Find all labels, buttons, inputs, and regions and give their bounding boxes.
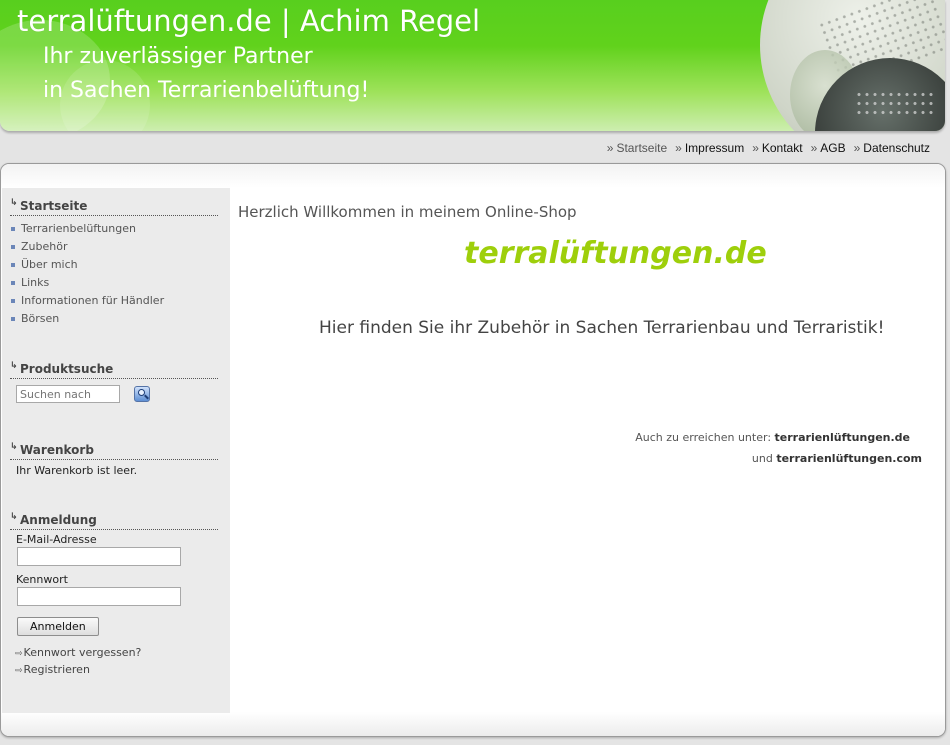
raquo-icon: »	[606, 141, 614, 155]
register-link[interactable]: ⇨ Registrieren	[10, 661, 218, 678]
cart-box-title: ↳ Warenkorb	[10, 442, 218, 460]
nav-label: Impressum	[684, 141, 745, 155]
frame-bottom-band	[1, 712, 945, 736]
home-box-title: ↳ Startseite	[10, 198, 218, 216]
forgot-password-link[interactable]: ⇨ Kennwort vergessen?	[10, 644, 218, 661]
sidebar-item-haendler[interactable]: Informationen für Händler	[10, 292, 218, 310]
search-box: ↳ Produktsuche	[10, 361, 218, 403]
login-box: ↳ Anmeldung E-Mail-Adresse Kennwort Anme…	[10, 512, 218, 678]
search-icon-handle	[144, 394, 149, 400]
cart-box: ↳ Warenkorb Ihr Warenkorb ist leer.	[10, 442, 218, 477]
login-box-title-text: Anmeldung	[20, 513, 97, 527]
raquo-icon: »	[752, 141, 759, 155]
arrow-icon: ↳	[10, 361, 18, 371]
password-label: Kennwort	[16, 573, 68, 586]
sidebar-item-label: Informationen für Händler	[21, 294, 165, 307]
category-list: Terrarienbelüftungen Zubehör Über mich L…	[10, 220, 218, 328]
top-navigation: » Startseite » Impressum » Kontakt » AGB » Da…	[607, 141, 930, 155]
site-subtitle-line2: in Sachen Terrarienbelüftung!	[43, 78, 370, 103]
bullet-icon	[11, 299, 15, 303]
sidebar: ↳ Startseite Terrarienbelüftungen Zubehö…	[2, 188, 230, 713]
sidebar-item-links[interactable]: Links	[10, 274, 218, 292]
nav-item-startseite[interactable]: » Startseite	[607, 141, 667, 155]
register-label: Registrieren	[23, 663, 90, 676]
sidebar-item-label: Terrarienbelüftungen	[21, 222, 136, 235]
login-box-title: ↳ Anmeldung	[10, 512, 218, 530]
search-row	[10, 385, 218, 403]
sidebar-item-label: Börsen	[21, 312, 60, 325]
search-box-title-text: Produktsuche	[20, 362, 114, 376]
nav-label: Datenschutz	[863, 141, 930, 155]
nav-label: Startseite	[616, 141, 668, 155]
bullet-icon	[11, 245, 15, 249]
brand-logo-text: terralüftungen.de	[464, 236, 767, 271]
bullet-icon	[11, 227, 15, 231]
forgot-password-label: Kennwort vergessen?	[23, 646, 142, 659]
sidebar-item-terrarienbelueftungen[interactable]: Terrarienbelüftungen	[10, 220, 218, 238]
nav-item-datenschutz[interactable]: » Datenschutz	[854, 141, 930, 155]
email-field[interactable]	[17, 547, 181, 566]
sidebar-item-ueber-mich[interactable]: Über mich	[10, 256, 218, 274]
cart-box-title-text: Warenkorb	[20, 443, 94, 457]
login-button[interactable]: Anmelden	[17, 617, 99, 636]
page-title: Herzlich Willkommen in meinem Online-Sho…	[238, 203, 577, 221]
search-button[interactable]	[134, 386, 150, 402]
raquo-icon: »	[810, 141, 818, 155]
alt-domain-line2: und terrarienlüftungen.com	[752, 452, 922, 465]
sidebar-item-boersen[interactable]: Börsen	[10, 310, 218, 328]
sidebar-item-label: Zubehör	[21, 240, 68, 253]
tagline: Hier finden Sie ihr Zubehör in Sachen Te…	[319, 318, 885, 338]
nav-label: Kontakt	[761, 141, 803, 155]
nav-label: AGB	[820, 141, 846, 155]
sidebar-item-zubehoer[interactable]: Zubehör	[10, 238, 218, 256]
frame-top-band	[1, 164, 945, 188]
nav-item-kontakt[interactable]: » Kontakt	[752, 141, 802, 155]
raquo-icon: »	[675, 141, 682, 155]
bullet-icon	[11, 317, 15, 321]
alt-domain-line1: Auch zu erreichen unter: terrarienlüftun…	[635, 431, 910, 444]
sidebar-item-label: Links	[21, 276, 50, 289]
alt-domain-and: und	[751, 452, 773, 465]
login-extra-links: ⇨ Kennwort vergessen? ⇨ Registrieren	[10, 644, 218, 678]
password-field[interactable]	[17, 587, 181, 606]
alt-domain-prefix: Auch zu erreichen unter:	[635, 431, 772, 444]
arrow-icon: ↳	[10, 198, 18, 208]
login-button-row: Anmelden	[10, 615, 218, 636]
ventilation-holes-pattern	[855, 90, 935, 120]
double-arrow-icon: ⇨	[15, 649, 22, 659]
search-box-title: ↳ Produktsuche	[10, 361, 218, 379]
cart-status-text: Ihr Warenkorb ist leer.	[16, 464, 138, 477]
arrow-icon: ↳	[10, 512, 18, 522]
alt-domain-link-de[interactable]: terrarienlüftungen.de	[775, 431, 910, 444]
bullet-icon	[11, 263, 15, 267]
nav-item-agb[interactable]: » AGB	[811, 141, 846, 155]
nav-item-impressum[interactable]: » Impressum	[675, 141, 744, 155]
sidebar-item-label: Über mich	[21, 258, 78, 271]
email-label: E-Mail-Adresse	[16, 533, 97, 546]
alt-domain-link-com[interactable]: terrarienlüftungen.com	[776, 452, 922, 465]
home-box: ↳ Startseite Terrarienbelüftungen Zubehö…	[10, 198, 218, 328]
site-title: terralüftungen.de | Achim Regel	[17, 4, 481, 38]
site-header: terralüftungen.de | Achim Regel Ihr zuve…	[0, 0, 945, 131]
double-arrow-icon: ⇨	[15, 666, 22, 676]
home-box-title-text: Startseite	[20, 199, 88, 213]
arrow-icon: ↳	[10, 442, 18, 452]
raquo-icon: »	[853, 141, 861, 155]
search-input[interactable]	[16, 385, 120, 403]
site-subtitle-line1: Ihr zuverlässiger Partner	[43, 44, 313, 69]
bullet-icon	[11, 281, 15, 285]
